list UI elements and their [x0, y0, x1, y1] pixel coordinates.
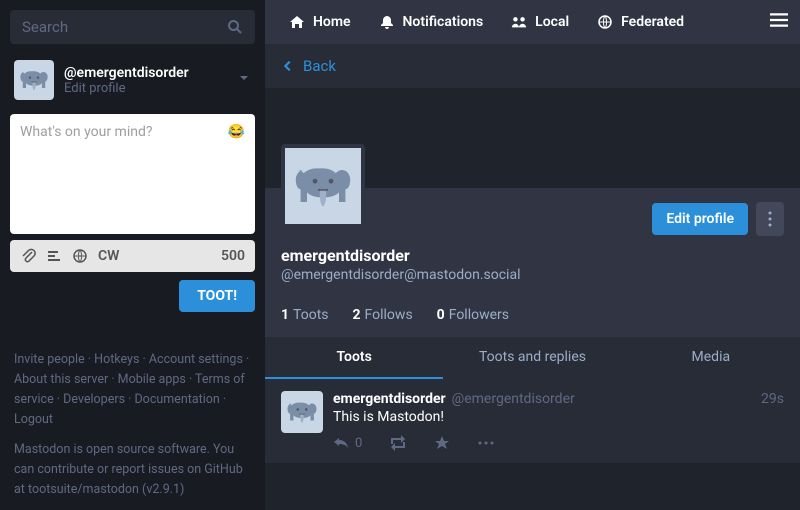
main: Home Notifications Local Federated Back … [265, 0, 800, 510]
topbar: Home Notifications Local Federated [265, 0, 800, 44]
compose-placeholder: What's on your mind? [20, 124, 152, 140]
display-name: emergentdisorder [281, 246, 784, 265]
compose-toolbar: CW 500 [10, 240, 255, 272]
compose-box[interactable]: What's on your mind? 😂 [10, 114, 255, 234]
toot-time[interactable]: 29s [761, 391, 784, 407]
tab-replies[interactable]: Toots and replies [443, 337, 621, 379]
footer: Invite people · Hotkeys · Account settin… [10, 350, 255, 500]
toot-author-handle: @emergentdisorder [452, 391, 575, 407]
more-menu-button[interactable] [756, 202, 784, 236]
profile-stats: 1Toots 2Follows 0Followers [281, 297, 784, 337]
edit-profile-button[interactable]: Edit profile [652, 203, 748, 235]
account-handle: @emergentdisorder [64, 65, 227, 81]
reply-button[interactable]: 0 [333, 435, 362, 451]
edit-profile-link[interactable]: Edit profile [64, 81, 227, 96]
attach-icon[interactable] [20, 248, 36, 264]
toot-content: This is Mastodon! [333, 409, 784, 425]
footer-links[interactable]: Invite people · Hotkeys · Account settin… [14, 350, 251, 430]
profile-section: Edit profile emergentdisorder @emergentd… [265, 188, 800, 337]
profile-handle: @emergentdisorder@mastodon.social [281, 267, 784, 283]
toot-item[interactable]: emergentdisorder @emergentdisorder 29s T… [265, 379, 800, 463]
chevron-down-icon[interactable] [237, 71, 251, 89]
nav-federated[interactable]: Federated [585, 0, 696, 44]
search-input[interactable] [22, 18, 227, 36]
hamburger-icon[interactable] [770, 11, 788, 33]
tab-toots[interactable]: Toots [265, 337, 443, 379]
stat-followers[interactable]: 0Followers [437, 307, 509, 323]
profile-avatar[interactable] [281, 144, 365, 228]
cw-toggle[interactable]: CW [98, 248, 119, 264]
search-icon [227, 19, 243, 35]
toot-button[interactable]: TOOT! [179, 280, 255, 312]
stat-follows[interactable]: 2Follows [353, 307, 413, 323]
stat-toots[interactable]: 1Toots [281, 307, 329, 323]
boost-button[interactable] [390, 435, 406, 451]
poll-icon[interactable] [46, 248, 62, 264]
avatar [14, 60, 54, 100]
char-counter: 500 [221, 248, 245, 264]
search-box[interactable] [10, 10, 255, 44]
back-button[interactable]: Back [265, 44, 800, 88]
globe-icon[interactable] [72, 248, 88, 264]
toot-avatar[interactable] [281, 391, 323, 433]
account-row[interactable]: @emergentdisorder Edit profile [10, 54, 255, 106]
emoji-picker-icon[interactable]: 😂 [228, 124, 245, 140]
toot-more-button[interactable] [478, 435, 494, 451]
nav-home[interactable]: Home [277, 0, 363, 44]
footer-about: Mastodon is open source software. You ca… [14, 440, 251, 500]
toot-author-name[interactable]: emergentdisorder [333, 391, 446, 407]
favorite-button[interactable] [434, 435, 450, 451]
profile-tabs: Toots Toots and replies Media [265, 337, 800, 379]
tab-media[interactable]: Media [622, 337, 800, 379]
feed: emergentdisorder @emergentdisorder 29s T… [265, 379, 800, 510]
nav-local[interactable]: Local [499, 0, 581, 44]
nav-notifications[interactable]: Notifications [367, 0, 496, 44]
sidebar: @emergentdisorder Edit profile What's on… [0, 0, 265, 510]
toot-actions: 0 [333, 435, 784, 451]
